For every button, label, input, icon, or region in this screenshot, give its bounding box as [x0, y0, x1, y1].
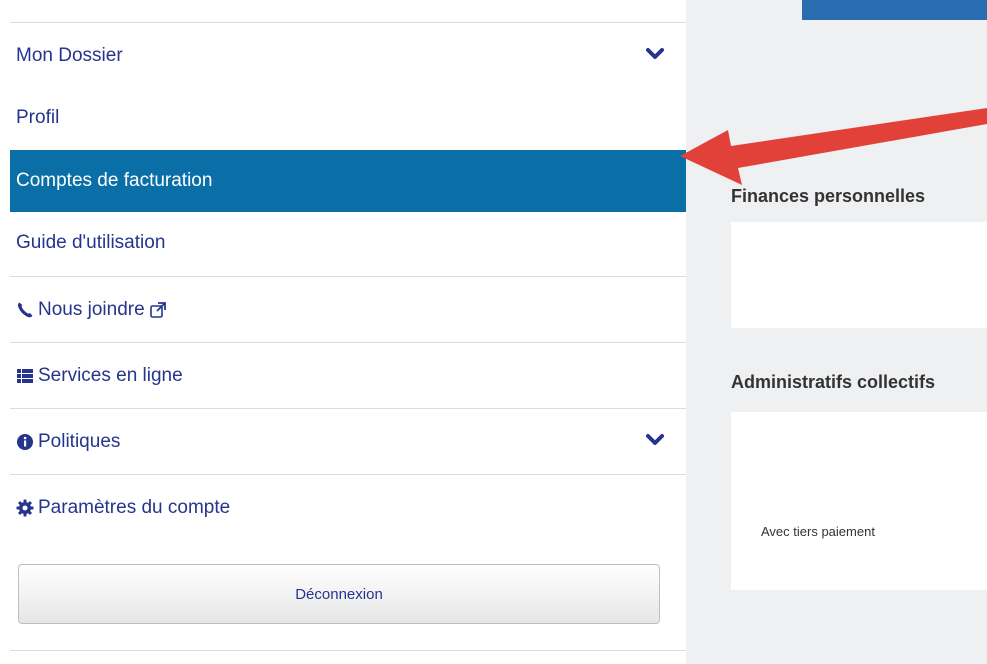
sidebar-item-comptes-de-facturation[interactable]: Comptes de facturation — [10, 150, 686, 212]
sidebar-item-mon-dossier[interactable]: Mon Dossier — [10, 25, 686, 87]
chevron-down-icon[interactable] — [646, 47, 664, 61]
gear-icon — [16, 499, 34, 517]
sidebar-item-guide-utilisation[interactable]: Guide d'utilisation — [10, 212, 686, 274]
section-title-administratifs: Administratifs collectifs — [731, 372, 936, 392]
list-icon — [16, 367, 34, 385]
sidebar-item-label: Nous joindre — [38, 299, 145, 320]
sidebar-menu: Mon Dossier Profil Comptes de facturatio… — [0, 0, 686, 664]
sidebar-item-label: Guide d'utilisation — [16, 232, 166, 253]
sidebar-item-label: Profil — [16, 107, 60, 128]
sidebar-item-services-en-ligne[interactable]: Services en ligne — [10, 345, 686, 407]
divider — [10, 22, 686, 23]
sidebar-item-parametres-du-compte[interactable]: Paramètres du compte — [10, 477, 686, 539]
card-finances — [731, 222, 987, 328]
divider — [10, 342, 686, 343]
sidebar-item-label: Comptes de facturation — [16, 170, 213, 191]
header-tab[interactable] — [802, 0, 987, 20]
sidebar-item-profil[interactable]: Profil — [10, 87, 686, 149]
card-text: Avec tiers paiement — [761, 524, 875, 539]
card-administratifs: Avec tiers paiement — [731, 412, 987, 590]
sidebar-item-nous-joindre[interactable]: Nous joindre — [10, 279, 686, 341]
sidebar-item-label: Paramètres du compte — [38, 497, 231, 518]
info-icon — [16, 433, 34, 451]
sidebar-item-label: Services en ligne — [38, 365, 183, 386]
section-title-finances: Finances personnelles — [731, 186, 926, 206]
divider — [10, 276, 686, 277]
sidebar-item-label: Politiques — [38, 431, 121, 452]
divider — [10, 408, 686, 409]
external-link-icon — [149, 301, 167, 319]
phone-icon — [16, 301, 34, 319]
chevron-down-icon[interactable] — [646, 433, 664, 447]
sidebar-item-label: Mon Dossier — [16, 45, 123, 66]
divider — [10, 650, 686, 651]
logout-button[interactable]: Déconnexion — [18, 564, 660, 624]
sidebar-item-politiques[interactable]: Politiques — [10, 411, 686, 473]
divider — [10, 474, 686, 475]
